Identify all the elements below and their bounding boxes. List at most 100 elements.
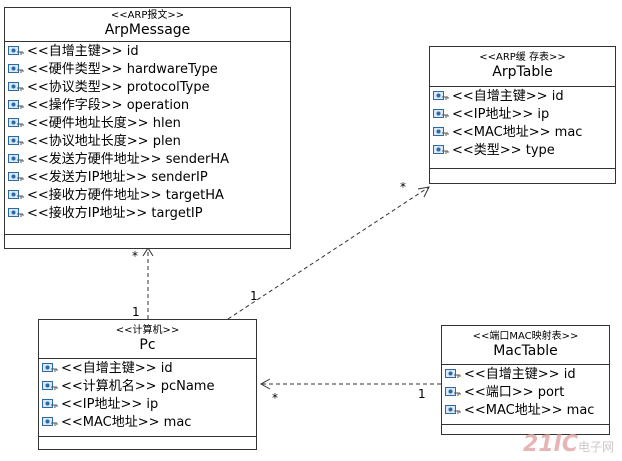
attribute-row[interactable]: <<MAC地址>> mac bbox=[432, 124, 615, 142]
attribute-row[interactable]: <<自增主键>> id bbox=[7, 43, 290, 61]
attribute-key-icon bbox=[433, 109, 449, 121]
attribute-row[interactable]: <<IP地址>> ip bbox=[41, 396, 256, 414]
attribute-name: ip bbox=[146, 397, 159, 412]
multiplicity-label: * bbox=[400, 180, 406, 194]
attribute-name: mac bbox=[163, 415, 192, 430]
attribute-stereotype: <<自增主键>> bbox=[464, 367, 560, 382]
attribute-row[interactable]: <<操作字段>> operation bbox=[7, 97, 290, 115]
attribute-row[interactable]: <<IP地址>> ip bbox=[432, 106, 615, 124]
attribute-row[interactable]: <<接收方硬件地址>> targetHA bbox=[7, 187, 290, 205]
attribute-row[interactable]: <<发送方IP地址>> senderIP bbox=[7, 169, 290, 187]
attribute-list: <<自增主键>> id <<硬件类型>> hardwareType <<协议类型… bbox=[5, 42, 290, 235]
operation-compartment bbox=[39, 437, 256, 451]
class-header: <<ARP报文>> ArpMessage bbox=[5, 8, 290, 42]
attribute-name: port bbox=[537, 385, 565, 400]
attribute-stereotype: <<端口>> bbox=[464, 385, 534, 400]
attribute-key-icon bbox=[8, 154, 24, 166]
attribute-row[interactable]: <<端口>> port bbox=[444, 384, 609, 402]
attribute-row[interactable]: <<计算机名>> pcName bbox=[41, 378, 256, 396]
attribute-stereotype: <<接收方硬件地址>> bbox=[27, 188, 162, 203]
attribute-row[interactable]: <<接收方IP地址>> targetIP bbox=[7, 205, 290, 223]
attribute-stereotype: <<自增主键>> bbox=[61, 361, 157, 376]
attribute-name: id bbox=[160, 361, 173, 376]
attribute-key-icon bbox=[8, 190, 24, 202]
attribute-list: <<自增主键>> id <<IP地址>> ip <<MAC地址>> mac <<… bbox=[430, 87, 615, 169]
attribute-key-icon bbox=[42, 381, 58, 393]
attribute-name: hardwareType bbox=[126, 62, 218, 77]
attribute-row[interactable]: <<自增主键>> id bbox=[41, 360, 256, 378]
watermark-brand: 21IC bbox=[523, 432, 578, 457]
watermark-logo: 21IC电子网 bbox=[523, 432, 614, 457]
attribute-key-icon bbox=[445, 387, 461, 399]
attribute-name: ip bbox=[537, 107, 550, 122]
attribute-key-icon bbox=[8, 118, 24, 130]
attribute-key-icon bbox=[8, 82, 24, 94]
attribute-row[interactable]: <<发送方硬件地址>> senderHA bbox=[7, 151, 290, 169]
attribute-name: senderIP bbox=[151, 170, 208, 185]
attribute-stereotype: <<计算机名>> bbox=[61, 379, 157, 394]
attribute-row[interactable]: <<自增主键>> id bbox=[432, 88, 615, 106]
operation-compartment bbox=[5, 235, 290, 249]
class-name: ArpTable bbox=[492, 64, 553, 80]
multiplicity-label: * bbox=[132, 249, 138, 263]
attribute-row[interactable]: <<硬件地址长度>> hlen bbox=[7, 115, 290, 133]
attribute-stereotype: <<硬件类型>> bbox=[27, 62, 123, 77]
attribute-name: senderHA bbox=[165, 152, 229, 167]
attribute-name: id bbox=[551, 89, 564, 104]
attribute-name: id bbox=[563, 367, 576, 382]
attribute-key-icon bbox=[433, 145, 449, 157]
attribute-stereotype: <<自增主键>> bbox=[452, 89, 548, 104]
class-pc[interactable]: <<计算机>> Pc <<自增主键>> id <<计算机名>> pcName <… bbox=[38, 319, 257, 450]
class-header: <<ARP缓 存表>> ArpTable bbox=[430, 47, 615, 87]
multiplicity-label: 1 bbox=[250, 289, 258, 303]
class-name: MacTable bbox=[493, 343, 558, 359]
attribute-row[interactable]: <<自增主键>> id bbox=[444, 366, 609, 384]
attribute-stereotype: <<发送方硬件地址>> bbox=[27, 152, 162, 167]
attribute-list: <<自增主键>> id <<端口>> port <<MAC地址>> mac bbox=[442, 365, 609, 425]
attribute-row[interactable]: <<类型>> type bbox=[432, 142, 615, 160]
attribute-row[interactable]: <<硬件类型>> hardwareType bbox=[7, 61, 290, 79]
class-arpmessage[interactable]: <<ARP报文>> ArpMessage <<自增主键>> id <<硬件类型>… bbox=[4, 7, 291, 249]
attribute-name: protocolType bbox=[126, 80, 210, 95]
attribute-name: type bbox=[525, 143, 555, 158]
multiplicity-label: 1 bbox=[418, 387, 426, 401]
attribute-name: plen bbox=[152, 134, 181, 149]
attribute-key-icon bbox=[433, 91, 449, 103]
attribute-stereotype: <<MAC地址>> bbox=[61, 415, 160, 430]
attribute-stereotype: <<硬件地址长度>> bbox=[27, 116, 149, 131]
attribute-stereotype: <<IP地址>> bbox=[452, 107, 534, 122]
class-stereotype: <<ARP缓 存表>> bbox=[479, 52, 566, 63]
attribute-key-icon bbox=[8, 64, 24, 76]
class-stereotype: <<端口MAC映射表>> bbox=[472, 331, 579, 342]
class-name: ArpMessage bbox=[104, 22, 191, 38]
attribute-row[interactable]: <<MAC地址>> mac bbox=[444, 402, 609, 420]
attribute-row[interactable]: <<协议地址长度>> plen bbox=[7, 133, 290, 151]
attribute-row[interactable]: <<协议类型>> protocolType bbox=[7, 79, 290, 97]
class-header: <<端口MAC映射表>> MacTable bbox=[442, 326, 609, 365]
attribute-stereotype: <<类型>> bbox=[452, 143, 522, 158]
attribute-row[interactable]: <<MAC地址>> mac bbox=[41, 414, 256, 432]
operation-compartment bbox=[430, 169, 615, 183]
attribute-stereotype: <<协议地址长度>> bbox=[27, 134, 149, 149]
class-header: <<计算机>> Pc bbox=[39, 320, 256, 359]
watermark-sub: 电子网 bbox=[577, 440, 614, 454]
attribute-name: operation bbox=[126, 98, 190, 113]
attribute-key-icon bbox=[8, 136, 24, 148]
attribute-name: mac bbox=[566, 403, 595, 418]
attribute-name: targetIP bbox=[151, 206, 203, 221]
class-mactable[interactable]: <<端口MAC映射表>> MacTable <<自增主键>> id <<端口>>… bbox=[441, 325, 610, 435]
class-arptable[interactable]: <<ARP缓 存表>> ArpTable <<自增主键>> id <<IP地址>… bbox=[429, 46, 616, 184]
attribute-stereotype: <<发送方IP地址>> bbox=[27, 170, 148, 185]
attribute-key-icon bbox=[8, 100, 24, 112]
attribute-stereotype: <<IP地址>> bbox=[61, 397, 143, 412]
attribute-stereotype: <<协议类型>> bbox=[27, 80, 123, 95]
attribute-stereotype: <<操作字段>> bbox=[27, 98, 123, 113]
attribute-key-icon bbox=[42, 417, 58, 429]
class-stereotype: <<ARP报文>> bbox=[110, 10, 185, 21]
attribute-key-icon bbox=[445, 405, 461, 417]
attribute-name: targetHA bbox=[165, 188, 224, 203]
attribute-name: pcName bbox=[160, 379, 215, 394]
multiplicity-label: 1 bbox=[132, 305, 140, 319]
attribute-name: mac bbox=[554, 125, 583, 140]
class-stereotype: <<计算机>> bbox=[115, 325, 180, 336]
